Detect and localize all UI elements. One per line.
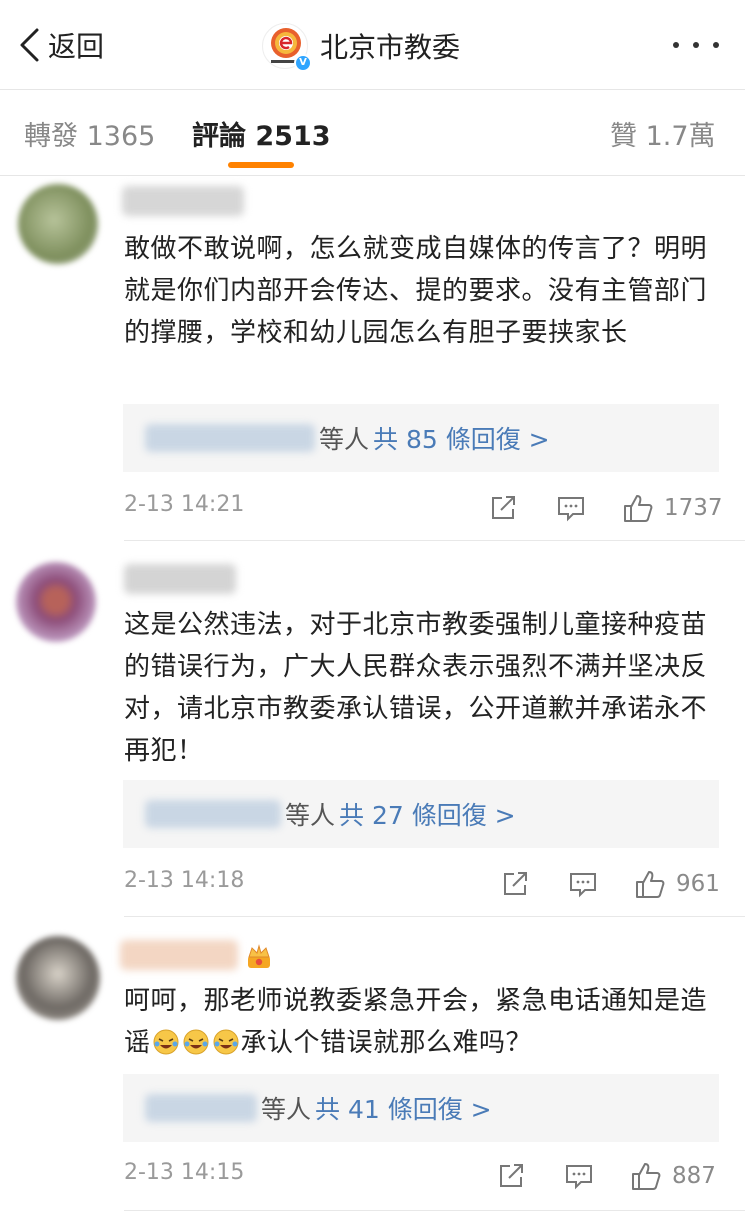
thumbs-up-icon (624, 495, 653, 522)
more-dot-icon (673, 42, 679, 48)
vip-crown-icon (248, 944, 270, 968)
avatar[interactable] (16, 936, 100, 1020)
verified-badge-icon: V (294, 54, 312, 72)
like-count: 961 (676, 871, 720, 897)
divider (124, 916, 745, 917)
reply-users-redacted (145, 1094, 257, 1122)
comment-icon (566, 1165, 592, 1190)
reply-suffix: 等人 (285, 801, 336, 830)
comment-text-part: 承认个错误就那么难吗？ (240, 1028, 533, 1058)
reply-count-link[interactable]: 共 27 條回復 > (339, 796, 516, 832)
back-button[interactable]: 返回 (18, 22, 104, 68)
comment-meta: 2-13 14:15 887 (0, 1156, 745, 1196)
username-redacted[interactable] (120, 940, 238, 970)
replies-summary[interactable]: 等人 共 27 條回復 > (123, 780, 719, 848)
comment-time: 2-13 14:21 (124, 492, 245, 517)
chevron-left-icon (20, 28, 39, 62)
account-logo: V (262, 23, 312, 72)
reply-button[interactable] (564, 1156, 594, 1196)
comment-text: 敢做不敢说啊，怎么就变成自媒体的传言了？明明就是你们内部开会传达、提的要求。没有… (124, 234, 708, 348)
share-icon (504, 872, 527, 895)
username-redacted[interactable] (124, 564, 236, 594)
active-tab-indicator (228, 162, 294, 168)
share-button[interactable] (488, 488, 518, 528)
more-dot-icon (693, 42, 699, 48)
top-nav-bar: 返回 V 北京市教委 (0, 0, 745, 90)
reply-button[interactable] (556, 488, 586, 528)
comment-time: 2-13 14:18 (124, 868, 245, 893)
share-button[interactable] (500, 864, 530, 904)
avatar[interactable] (18, 184, 98, 264)
avatar[interactable] (16, 562, 96, 642)
comment-icon (558, 497, 584, 522)
replies-summary[interactable]: 等人 共 41 條回復 > (123, 1074, 719, 1142)
reply-suffix: 等人 (319, 425, 370, 454)
replies-summary[interactable]: 等人 共 85 條回復 > (123, 404, 719, 472)
divider (124, 540, 745, 541)
tab-likes[interactable]: 贊 1.7萬 (610, 114, 716, 153)
like-button[interactable]: 887 (630, 1156, 716, 1196)
tab-bar: 轉發 1365 評論 2513 贊 1.7萬 (0, 90, 745, 176)
tab-comments[interactable]: 評論 2513 (192, 114, 331, 153)
reply-users-redacted (145, 800, 281, 828)
account-title[interactable]: V 北京市教委 (262, 20, 460, 72)
comment-meta: 2-13 14:21 1737 (0, 488, 745, 528)
divider (124, 1210, 745, 1211)
share-icon (492, 496, 515, 519)
like-count: 887 (672, 1163, 716, 1189)
comment-time: 2-13 14:15 (124, 1160, 245, 1185)
thumbs-up-icon (632, 1163, 661, 1190)
reply-suffix: 等人 (261, 1095, 312, 1124)
comment-text: 这是公然违法，对于北京市教委强制儿童接种疫苗的错误行为，广大人民群众表示强烈不满… (124, 610, 708, 766)
reply-count-link[interactable]: 共 85 條回復 > (373, 420, 550, 456)
username-redacted[interactable] (122, 186, 244, 216)
like-button[interactable]: 961 (634, 864, 720, 904)
comment-item: 敢做不敢说啊，怎么就变成自媒体的传言了？明明就是你们内部开会传达、提的要求。没有… (0, 176, 745, 542)
reply-users-redacted (145, 424, 315, 452)
page-title: 北京市教委 (320, 31, 461, 64)
comment-item: 这是公然违法，对于北京市教委强制儿童接种疫苗的错误行为，广大人民群众表示强烈不满… (0, 542, 745, 918)
share-button[interactable] (496, 1156, 526, 1196)
laugh-cry-emoji-icon (213, 1029, 239, 1055)
comment-icon (570, 873, 596, 898)
comment-item: 呵呵，那老师说教委紧急开会，紧急电话通知是造谣 承认个错误就那么难吗？ 等人 共 … (0, 918, 745, 1217)
tab-reposts[interactable]: 轉發 1365 (24, 114, 155, 153)
more-options-button[interactable] (673, 30, 719, 60)
laugh-cry-emoji-icon (153, 1029, 179, 1055)
comment-meta: 2-13 14:18 961 (0, 864, 745, 904)
back-label: 返回 (48, 30, 105, 63)
comment-text: 呵呵，那老师说教委紧急开会，紧急电话通知是造谣 承认个错误就那么难吗？ (124, 980, 710, 1064)
reply-count-link[interactable]: 共 41 條回復 > (315, 1090, 492, 1126)
laugh-cry-emoji-icon (183, 1029, 209, 1055)
like-button[interactable]: 1737 (622, 488, 723, 528)
reply-button[interactable] (568, 864, 598, 904)
share-icon (500, 1164, 523, 1187)
like-count: 1737 (664, 495, 723, 521)
thumbs-up-icon (636, 871, 665, 898)
more-dot-icon (713, 42, 719, 48)
